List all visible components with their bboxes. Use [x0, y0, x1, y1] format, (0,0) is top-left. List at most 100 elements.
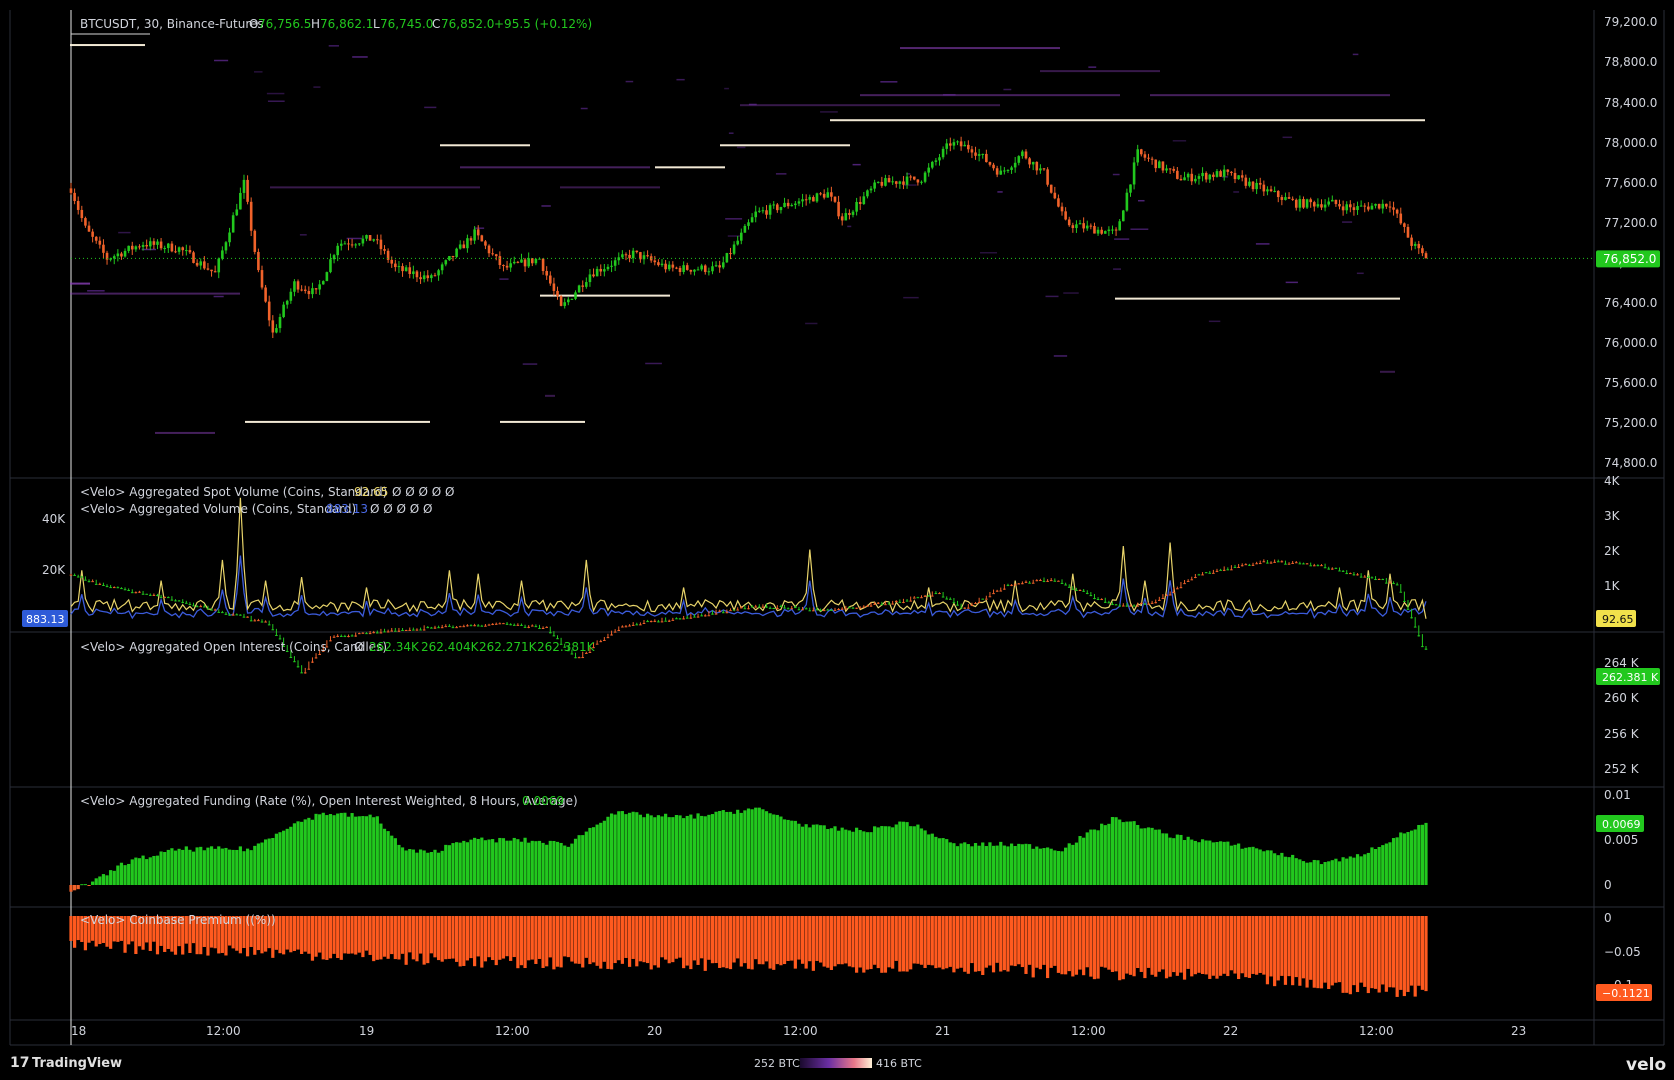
funding-bar: [930, 833, 934, 885]
price-candle-body: [920, 181, 923, 183]
oi-candle-body: [736, 609, 739, 611]
price-candle-body: [1085, 225, 1089, 229]
funding-bar: [1146, 827, 1151, 885]
price-candle-body: [1399, 213, 1403, 224]
liquidity-speck: [980, 251, 997, 254]
funding-legend[interactable]: <Velo> Aggregated Funding (Rate (%), Ope…: [80, 794, 578, 808]
oi-candle-body: [1302, 563, 1305, 565]
premium-bar: [447, 916, 451, 959]
liquidity-speck: [676, 78, 685, 81]
premium-bar: [404, 916, 408, 965]
price-candle-body: [336, 245, 339, 256]
price-candle-body: [264, 287, 267, 302]
funding-bar: [476, 838, 480, 885]
oi-candle-body: [552, 635, 556, 637]
oi-candle-body: [314, 657, 318, 659]
funding-bar: [945, 839, 949, 885]
premium-bar: [350, 916, 354, 954]
oi-candle-body: [509, 624, 512, 626]
oi-candle-body: [87, 581, 91, 583]
premium-bar: [386, 916, 390, 959]
premium-bar: [1215, 916, 1219, 979]
price-candle-body: [329, 259, 332, 273]
price-candle-body: [801, 199, 804, 202]
funding-bar: [422, 850, 426, 885]
oi-candle-body: [303, 672, 307, 674]
funding-bar: [1247, 847, 1252, 885]
oi-candle-body: [858, 607, 862, 609]
oi-candle-body: [1129, 605, 1132, 607]
liquidity-level: [155, 431, 215, 434]
oi-candle-body: [116, 587, 120, 589]
oi-high: 262.404K: [421, 640, 480, 654]
funding-bar: [757, 807, 761, 885]
premium-legend[interactable]: <Velo> Coinbase Premium ((%)): [80, 913, 276, 927]
oi-candle-body: [1356, 574, 1359, 576]
oi-candle-body: [696, 616, 700, 618]
oi-candle-body: [703, 615, 707, 617]
liquidity-speck: [852, 163, 861, 166]
price-candle-body: [347, 243, 350, 245]
premium-bar: [1035, 916, 1039, 968]
oi-candle-body: [1367, 576, 1370, 578]
funding-bar: [238, 846, 242, 885]
price-candle-body: [603, 269, 606, 272]
price-candle-body: [148, 241, 152, 247]
price-candle-body: [491, 253, 494, 255]
oi-candle-body: [776, 608, 779, 610]
price-candle-body: [833, 196, 837, 202]
premium-bar: [865, 916, 870, 970]
oi-candle-body: [1388, 582, 1392, 584]
price-legend[interactable]: BTCUSDT, 30, Binance-Futures O 76,756.5 …: [80, 17, 592, 31]
premium-bar: [959, 916, 963, 968]
price-candle-body: [1258, 182, 1262, 185]
price-candle-body: [206, 268, 210, 270]
premium-bar: [501, 916, 506, 959]
funding-bar: [627, 812, 632, 885]
funding-bar: [1064, 847, 1068, 885]
price-candle-body: [1222, 169, 1226, 177]
oi-candle-body: [152, 594, 156, 596]
agg-volume-badge-text: 883.13: [26, 613, 65, 626]
oi-candle-body: [1136, 605, 1140, 607]
oi-badge-text: 262.381 K: [1602, 671, 1659, 684]
oi-candle-body: [732, 609, 736, 611]
funding-bar: [256, 843, 260, 885]
time-tick: 19: [359, 1024, 374, 1038]
oi-candle-body: [264, 621, 267, 623]
funding-bar: [109, 870, 113, 885]
liquidity-speck: [1233, 191, 1240, 193]
funding-bar: [617, 811, 621, 885]
tradingview-logo[interactable]: 𝟭𝟳 TradingView: [10, 1055, 122, 1071]
chart-canvas[interactable]: 79,200.0 78,800.0 78,400.0 78,000.0 77,6…: [0, 0, 1674, 1080]
premium-bar: [1352, 916, 1356, 986]
premium-bar: [692, 916, 697, 961]
liquidity-speck: [213, 295, 224, 298]
oi-candle-body: [332, 636, 336, 638]
funding-bar: [548, 840, 552, 885]
funding-bar: [642, 817, 646, 885]
price-candle-body: [188, 250, 192, 253]
premium-bar: [609, 916, 614, 970]
liquidity-speck: [903, 296, 919, 299]
funding-bar: [404, 850, 408, 885]
oi-candle-body: [822, 610, 826, 612]
oi-candle-body: [754, 606, 758, 608]
funding-bar: [1182, 840, 1187, 885]
price-candle-body: [282, 304, 285, 318]
price-candle-body: [779, 207, 783, 211]
price-candle-body: [415, 271, 419, 278]
price-candle-body: [1024, 151, 1028, 159]
price-candle-body: [422, 275, 426, 280]
premium-bar: [1301, 916, 1306, 979]
premium-bar: [754, 916, 758, 960]
oi-legend[interactable]: <Velo> Aggregated Open Interest (Coins, …: [80, 640, 596, 654]
symbol-title: BTCUSDT, 30, Binance-Futures: [80, 17, 264, 31]
last-price-badge-text: 76,852.0: [1603, 252, 1656, 266]
premium-bar: [440, 916, 444, 962]
premium-bar: [318, 916, 322, 953]
oi-candle-body: [873, 603, 876, 605]
premium-bar: [811, 916, 815, 971]
price-candle-body: [357, 243, 361, 245]
funding-bar: [1190, 839, 1194, 885]
